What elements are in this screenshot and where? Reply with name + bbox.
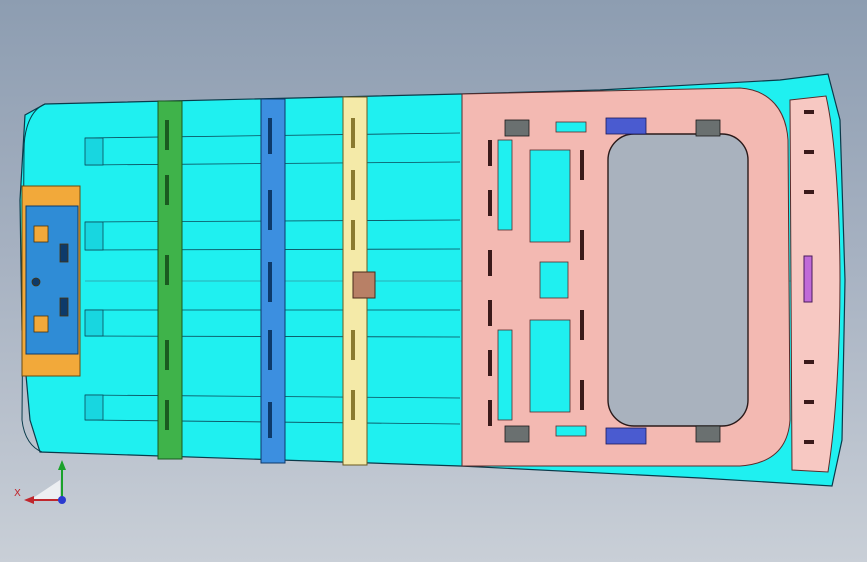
sunroof-opening: [607, 133, 749, 427]
axis-x-label: X: [14, 488, 21, 499]
roof-bow-blue[interactable]: [260, 98, 286, 464]
cad-viewport[interactable]: X: [0, 0, 867, 562]
center-connector[interactable]: [352, 271, 376, 299]
rear-latch[interactable]: [803, 255, 813, 303]
rear-header[interactable]: [789, 95, 841, 473]
axis-triad: X: [14, 460, 66, 504]
roof-bow-green[interactable]: [157, 100, 183, 460]
cad-drawing: X: [14, 73, 846, 504]
